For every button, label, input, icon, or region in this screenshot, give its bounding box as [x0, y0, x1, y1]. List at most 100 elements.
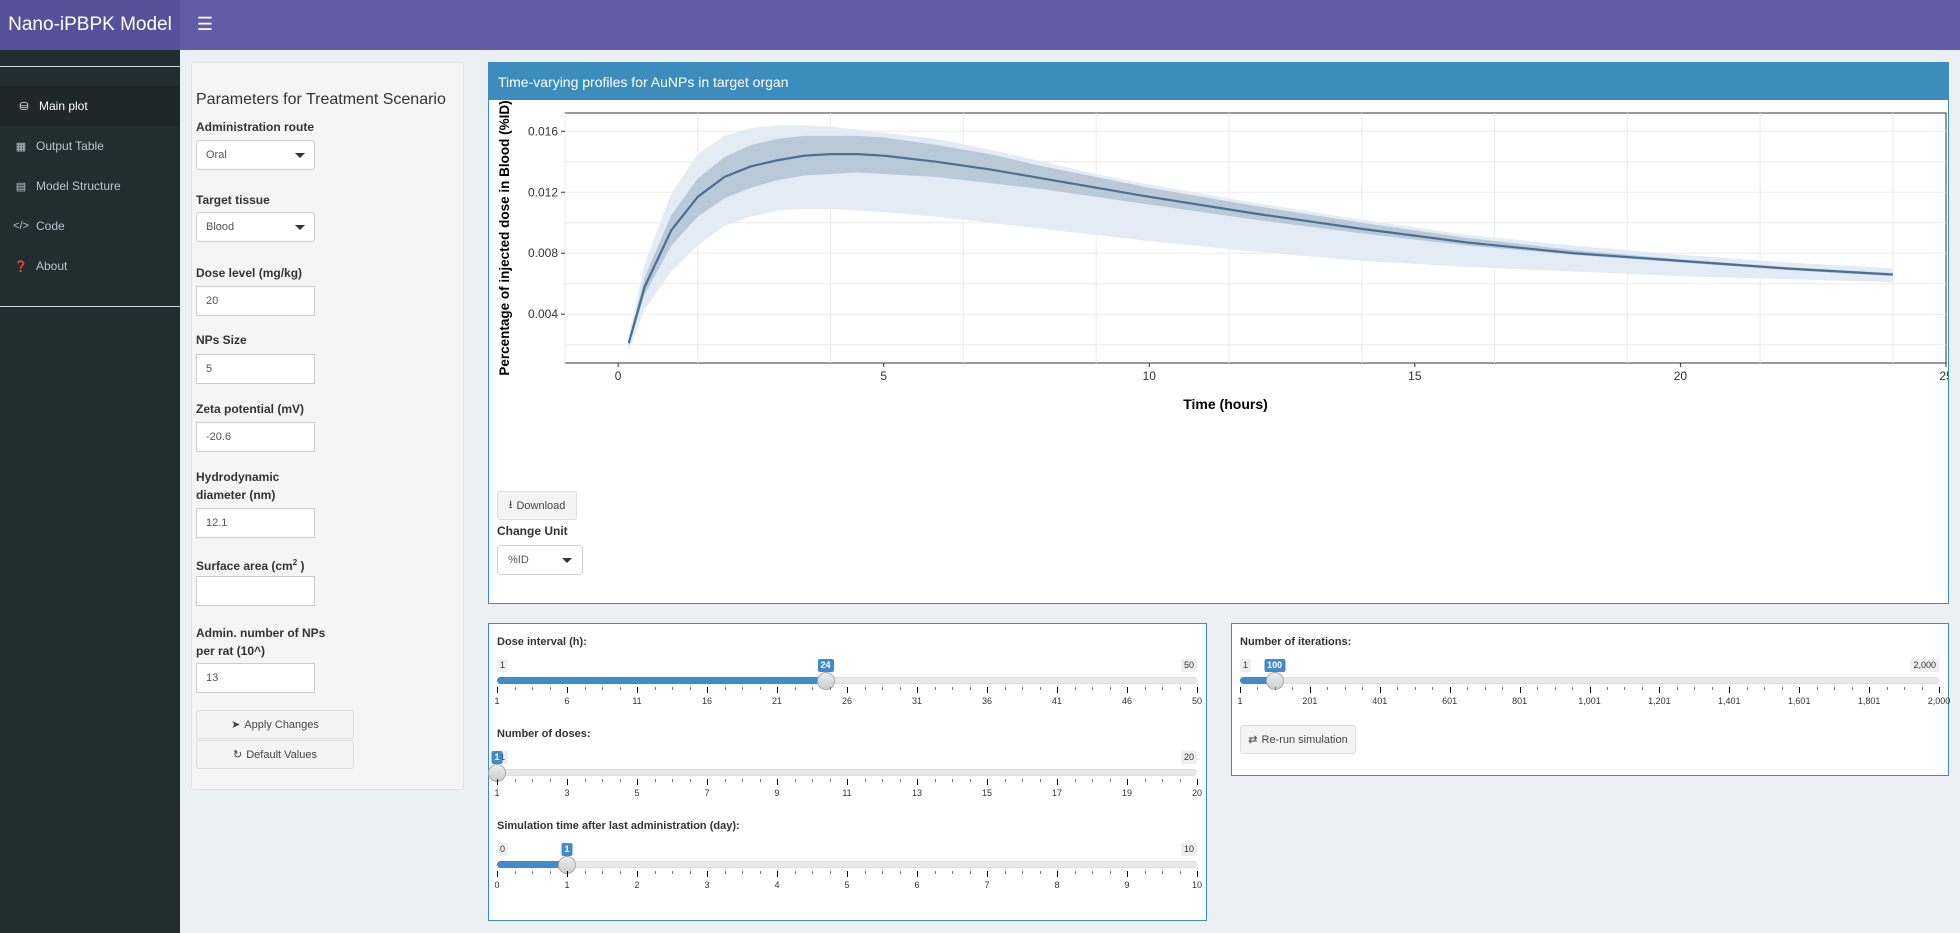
route-value: Oral [206, 149, 227, 161]
x-tick-label: 15 [1408, 369, 1422, 383]
hydro-label: Hydrodynamic diameter (nm) [196, 468, 316, 504]
rerun-simulation-button[interactable]: ⇄ Re-run simulation [1240, 725, 1356, 754]
zeta-input[interactable]: -20.6 [196, 422, 315, 452]
slider-minor-tick [882, 779, 883, 782]
slider-minor-tick [672, 687, 673, 690]
slider-minor-tick [1921, 687, 1923, 690]
unit-select[interactable]: %ID [497, 545, 583, 575]
x-tick-label: 20 [1674, 369, 1688, 383]
slider-minor-tick [549, 871, 551, 874]
slider-minor-tick [1834, 687, 1836, 690]
slider-minor-tick [934, 687, 936, 690]
code-icon: </> [13, 220, 29, 232]
slider-tick-label: 50 [1191, 696, 1203, 706]
sidebar-item-code[interactable]: </> Code [0, 206, 180, 246]
slider-min: 0 [497, 843, 509, 856]
surface-input[interactable] [196, 576, 315, 606]
slider-minor-tick [742, 871, 743, 874]
app-logo[interactable]: Nano-iPBPK Model [0, 0, 180, 50]
iterations-slider: Number of iterations: 1 2,000 100 1 201 401 601… [1232, 636, 1950, 706]
tissue-select[interactable]: Blood [196, 212, 315, 242]
slider-track[interactable] [497, 861, 1197, 868]
x-tick-label: 25 [1939, 369, 1948, 383]
slider-tick-label: 11 [842, 788, 852, 798]
slider-tick-label: 5 [844, 880, 850, 890]
slider-minor-tick [514, 687, 516, 690]
slider-tick-label: 1,601 [1787, 696, 1811, 706]
surface-label-end: ) [297, 559, 305, 573]
surface-label-text: Surface area (cm [196, 559, 293, 573]
caret-down-icon [295, 152, 305, 158]
slider-value: 1 [561, 843, 573, 856]
slider-value: 100 [1264, 659, 1286, 672]
slider-major-tick [1519, 687, 1521, 693]
slider-minor-tick [759, 779, 761, 782]
tissue-value: Blood [206, 221, 235, 233]
database-icon: ⛁ [19, 100, 29, 113]
slider-minor-tick [1467, 687, 1469, 690]
slider-minor-tick [1074, 871, 1076, 874]
slider-major-tick [497, 687, 498, 693]
slider-minor-tick [584, 687, 586, 690]
slider-track[interactable] [497, 769, 1197, 776]
slider-tick-label: 3 [704, 880, 710, 890]
slider-minor-tick [1851, 687, 1853, 690]
slider-major-tick [707, 871, 708, 877]
slider-minor-tick [864, 871, 866, 874]
sidebar-item-about[interactable]: ❓ About [0, 246, 180, 286]
slider-minor-tick [1537, 687, 1539, 690]
sidebar-item-output-table[interactable]: ▦ Output Table [0, 126, 180, 166]
slider-minor-tick [602, 871, 603, 874]
slider-major-tick [1197, 871, 1198, 877]
slider-minor-tick [514, 779, 516, 782]
size-input[interactable]: 5 [196, 354, 315, 384]
default-values-label: Default Values [246, 748, 317, 761]
slider-tick-label: 6 [564, 696, 570, 706]
slider-minor-tick [794, 687, 796, 690]
slider-major-tick [637, 871, 638, 877]
default-values-button[interactable]: ↻ Default Values [196, 740, 354, 769]
slider-minor-tick [1022, 871, 1023, 874]
slider-minor-tick [619, 779, 621, 782]
sidebar-item-main-plot[interactable]: ⛁ Main plot [0, 86, 180, 126]
dose-input[interactable]: 20 [196, 286, 315, 316]
slider-minor-tick [1641, 687, 1643, 690]
slider-tick-label: 26 [841, 696, 853, 706]
slider-minor-tick [1179, 871, 1181, 874]
slider-major-tick [917, 687, 918, 693]
slider-minor-tick [1362, 687, 1364, 690]
slider-major-tick [987, 871, 988, 877]
slider-min: 1 [1240, 659, 1252, 672]
slider-tick-label: 13 [911, 788, 923, 798]
slider-tick-label: 1,401 [1718, 696, 1741, 706]
slider-minor-tick [602, 779, 603, 782]
slider-minor-tick [672, 871, 673, 874]
shuffle-icon: ⇄ [1248, 734, 1258, 746]
slider-minor-tick [1162, 779, 1163, 782]
download-icon: ⭳ [508, 499, 513, 511]
slider-minor-tick [1764, 687, 1766, 690]
slider-minor-tick [619, 871, 621, 874]
slider-major-tick [1197, 779, 1198, 785]
download-button[interactable]: ⭳ Download [497, 491, 577, 520]
hydro-label-line2: diameter (nm) [196, 488, 276, 502]
apply-changes-button[interactable]: ➤ Apply Changes [196, 710, 354, 739]
slider-tick-label: 801 [1512, 696, 1528, 706]
slider-minor-tick [759, 687, 761, 690]
slider-major-tick [1589, 687, 1591, 693]
hydro-input[interactable]: 12.1 [196, 508, 315, 538]
sim-time-slider: Simulation time after last administratio… [489, 820, 1206, 890]
x-tick-label: 5 [880, 369, 887, 383]
slider-major-tick [777, 871, 778, 877]
dosing-sliders-box: Dose interval (h): 1 50 24 1 6 11 16 21 26 31 36 41 4… [488, 623, 1207, 921]
slider-handle[interactable] [816, 672, 835, 690]
slider-max: 20 [1180, 751, 1197, 764]
slider-minor-tick [532, 871, 533, 874]
slider-tick-label: 601 [1442, 696, 1458, 706]
admin-input[interactable]: 13 [196, 663, 315, 693]
slider-track[interactable] [1240, 677, 1939, 684]
slider-minor-tick [934, 779, 936, 782]
sidebar-item-model-structure[interactable]: ▤ Model Structure [0, 166, 180, 206]
route-select[interactable]: Oral [196, 140, 315, 170]
menu-toggle-icon[interactable]: ☰ [194, 13, 216, 35]
